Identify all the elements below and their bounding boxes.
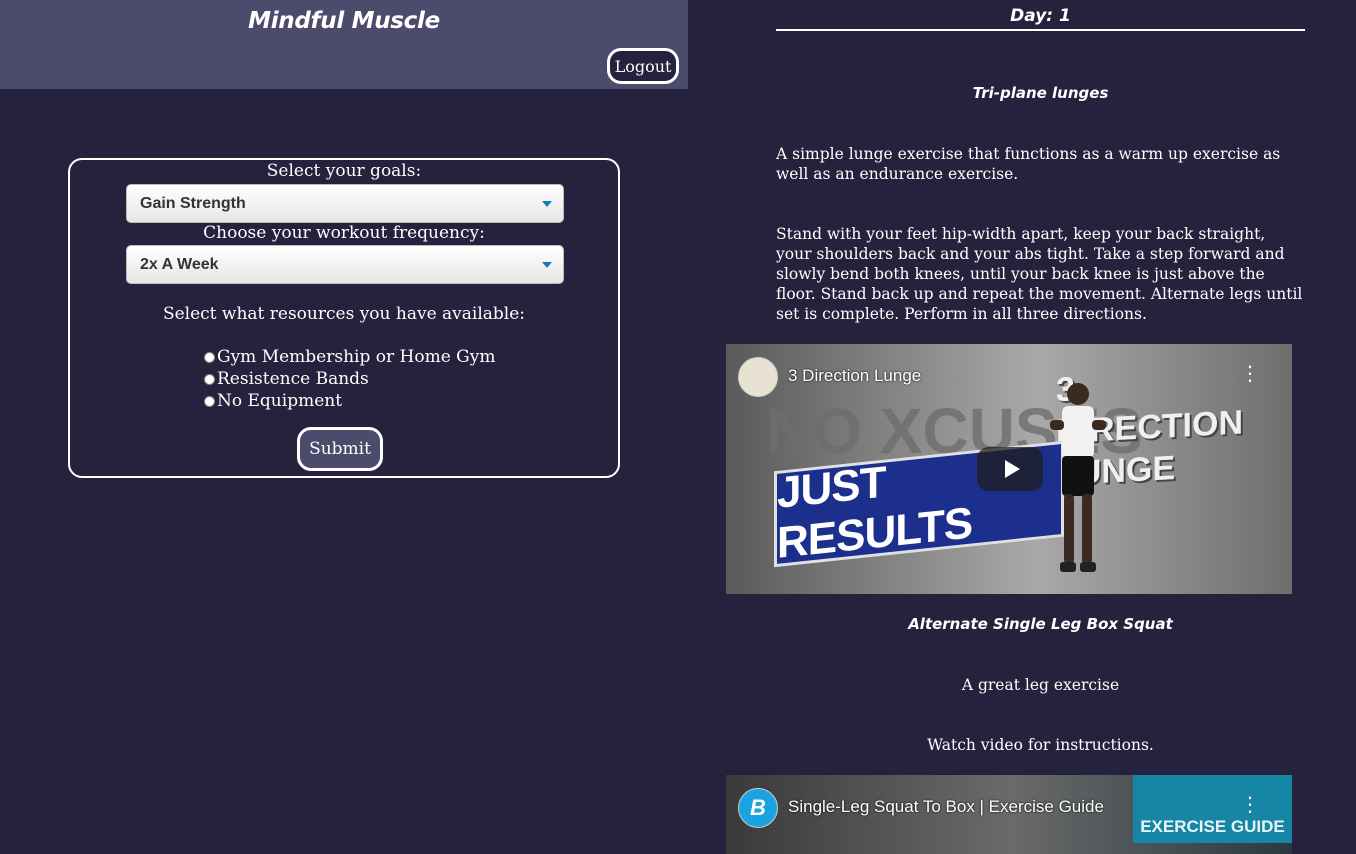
frequency-select[interactable]: 2x A Week: [126, 245, 564, 284]
exercise-instructions: Watch video for instructions.: [927, 736, 1154, 754]
more-vert-icon[interactable]: ⋮: [1240, 363, 1260, 383]
video-title[interactable]: 3 Direction Lunge: [788, 366, 921, 386]
video-title[interactable]: Single-Leg Squat To Box | Exercise Guide: [788, 797, 1104, 817]
submit-button[interactable]: Submit: [297, 427, 383, 471]
exercise-summary: A simple lunge exercise that functions a…: [776, 145, 1281, 183]
more-vert-icon[interactable]: ⋮: [1240, 794, 1260, 814]
app-header: Mindful Muscle Logout: [0, 0, 688, 89]
resource-label-bands: Resistence Bands: [217, 369, 369, 389]
resource-option-none[interactable]: No Equipment: [204, 390, 342, 412]
exercise-title: Tri-plane lunges: [972, 84, 1109, 102]
radio-gym[interactable]: [204, 351, 215, 363]
goals-select[interactable]: Gain Strength: [126, 184, 564, 223]
channel-avatar[interactable]: B: [738, 788, 778, 828]
resource-label-gym: Gym Membership or Home Gym: [217, 347, 496, 367]
workout-form: Select your goals: Gain Strength Choose …: [68, 158, 620, 478]
resources-label: Select what resources you have available…: [162, 304, 526, 324]
logout-button[interactable]: Logout: [607, 48, 679, 84]
resource-option-bands[interactable]: Resistence Bands: [204, 368, 369, 390]
goals-selected-value: Gain Strength: [140, 194, 246, 212]
radio-no-equipment[interactable]: [204, 395, 215, 407]
resource-option-gym[interactable]: Gym Membership or Home Gym: [204, 346, 495, 368]
video-player-lunge[interactable]: NO XCUSES 3 DIRECTION LUNGE JUST RESULTS…: [726, 344, 1292, 594]
chevron-down-icon: [542, 262, 552, 268]
exercise-summary: A great leg exercise: [961, 676, 1120, 694]
frequency-selected-value: 2x A Week: [140, 255, 219, 273]
app-title: Mindful Muscle: [248, 8, 440, 34]
resource-label-none: No Equipment: [217, 391, 343, 411]
channel-avatar[interactable]: [738, 357, 778, 397]
goals-label: Select your goals:: [266, 161, 422, 181]
athlete-figure: [1050, 383, 1106, 572]
exercise-title: Alternate Single Leg Box Squat: [908, 615, 1173, 633]
exercise-instructions: Stand with your feet hip-width apart, ke…: [776, 225, 1303, 323]
video-player-box-squat[interactable]: EXERCISE GUIDE B Single-Leg Squat To Box…: [726, 775, 1292, 854]
frequency-label: Choose your workout frequency:: [203, 223, 485, 243]
play-icon[interactable]: [977, 447, 1043, 491]
chevron-down-icon: [542, 201, 552, 207]
exercise-guide-badge: EXERCISE GUIDE: [1133, 775, 1292, 843]
day-heading: Day: 1: [1010, 6, 1071, 26]
radio-bands[interactable]: [204, 373, 215, 385]
day-divider: [776, 29, 1305, 31]
